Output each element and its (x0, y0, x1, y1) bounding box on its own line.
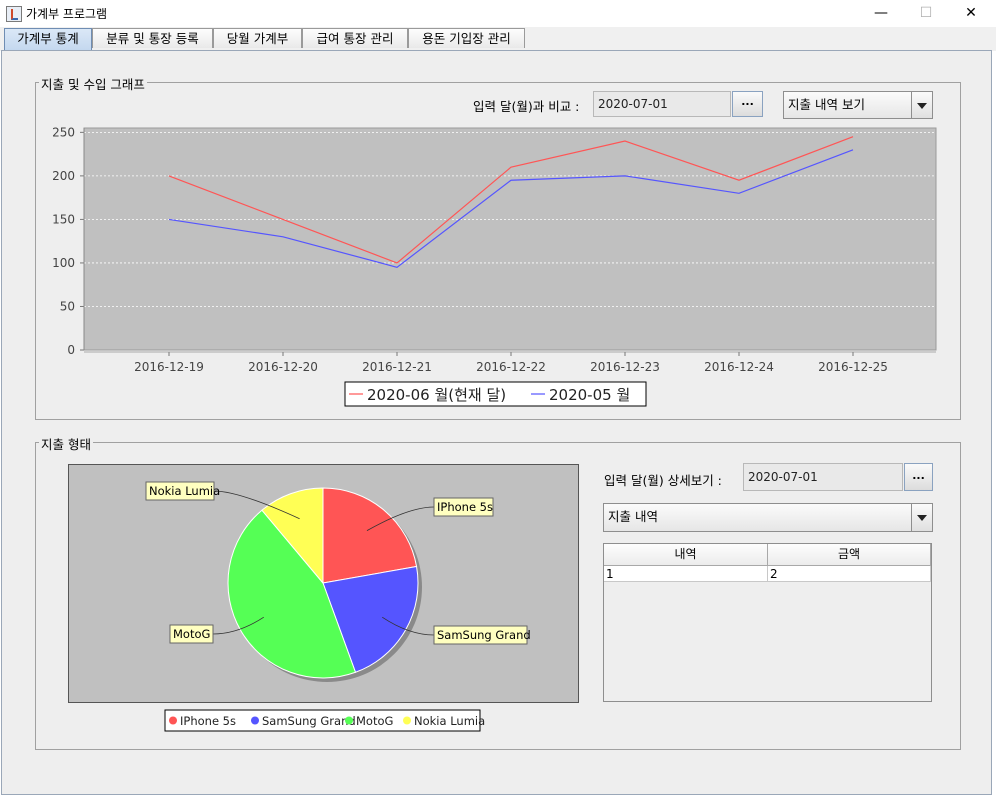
chevron-down-icon[interactable] (911, 504, 932, 531)
x-tick-label: 2016-12-21 (362, 360, 432, 374)
detail-date-picker-button[interactable]: ... (904, 463, 933, 491)
y-tick-label: 200 (52, 169, 75, 183)
legend-label: 2020-05 월 (549, 386, 630, 404)
legend-swatch (403, 716, 411, 725)
detail-type-combo-value: 지출 내역 (608, 509, 658, 524)
x-tick-label: 2016-12-24 (704, 360, 774, 374)
legend-label: 2020-06 월(현재 달) (367, 386, 506, 404)
view-type-combo-value: 지출 내역 보기 (788, 97, 865, 112)
pie-label: Nokia Lumia (149, 484, 220, 498)
expense-type-group-title: 지출 형태 (39, 434, 93, 453)
x-tick-label: 2016-12-23 (590, 360, 660, 374)
tab-statistics[interactable]: 가계부 통계 (4, 28, 92, 50)
tab-allowance-book[interactable]: 용돈 기입장 관리 (408, 28, 525, 48)
line-chart-plot-area (83, 127, 937, 351)
table-header-amount[interactable]: 금액 (768, 544, 931, 566)
compare-date-picker-button[interactable]: ... (732, 91, 763, 117)
tab-monthly-ledger[interactable]: 당월 가계부 (213, 28, 302, 48)
pie-chart: IPhone 5sSamSung GrandMotoGNokia Lumia I… (68, 464, 579, 732)
detail-date-field[interactable]: 2020-07-01 (743, 463, 903, 491)
y-tick-label: 0 (67, 343, 75, 357)
legend-label: Nokia Lumia (414, 714, 485, 728)
view-type-combo[interactable]: 지출 내역 보기 (783, 91, 933, 119)
maximize-button[interactable]: ☐ (903, 0, 949, 27)
tab-category-account[interactable]: 분류 및 통장 등록 (92, 28, 213, 48)
legend-swatch (345, 716, 353, 725)
y-tick-label: 100 (52, 256, 75, 270)
minimize-button[interactable]: — (858, 0, 904, 27)
tab-salary-account[interactable]: 급여 통장 관리 (302, 28, 408, 48)
detail-table: 내역 금액 1 2 (603, 543, 932, 702)
legend-label: MotoG (356, 714, 393, 728)
close-button[interactable]: ✕ (948, 0, 994, 27)
pie-label: SamSung Grand (437, 628, 531, 642)
table-cell-item[interactable]: 1 (604, 566, 768, 582)
y-tick-label: 50 (60, 299, 75, 313)
legend-swatch (251, 716, 259, 725)
y-tick-label: 250 (52, 125, 75, 139)
detail-type-combo[interactable]: 지출 내역 (603, 503, 933, 532)
compare-date-field[interactable]: 2020-07-01 (593, 91, 731, 117)
graph-group-title: 지출 및 수입 그래프 (39, 74, 147, 93)
y-tick-label: 150 (52, 212, 75, 226)
compare-month-label: 입력 달(월)과 비교 : (473, 99, 580, 114)
x-tick-label: 2016-12-25 (818, 360, 888, 374)
pie-label: MotoG (173, 627, 210, 641)
detail-month-label: 입력 달(월) 상세보기 : (604, 473, 722, 488)
title-bar (0, 0, 996, 27)
legend-swatch (169, 716, 177, 725)
java-app-icon (6, 6, 22, 22)
legend-label: IPhone 5s (180, 714, 236, 728)
x-tick-label: 2016-12-19 (134, 360, 204, 374)
table-header-item[interactable]: 내역 (604, 544, 768, 566)
x-tick-label: 2016-12-20 (248, 360, 318, 374)
x-tick-label: 2016-12-22 (476, 360, 546, 374)
line-chart: 0 50 100 150 200 250 2016-12-19 2016-12-20 2016… (52, 125, 937, 407)
window-title: 가계부 프로그램 (26, 7, 108, 21)
chevron-down-icon[interactable] (911, 92, 932, 118)
table-cell-amount[interactable]: 2 (768, 566, 931, 582)
pie-label: IPhone 5s (437, 500, 493, 514)
legend-label: SamSung Grand (262, 714, 356, 728)
